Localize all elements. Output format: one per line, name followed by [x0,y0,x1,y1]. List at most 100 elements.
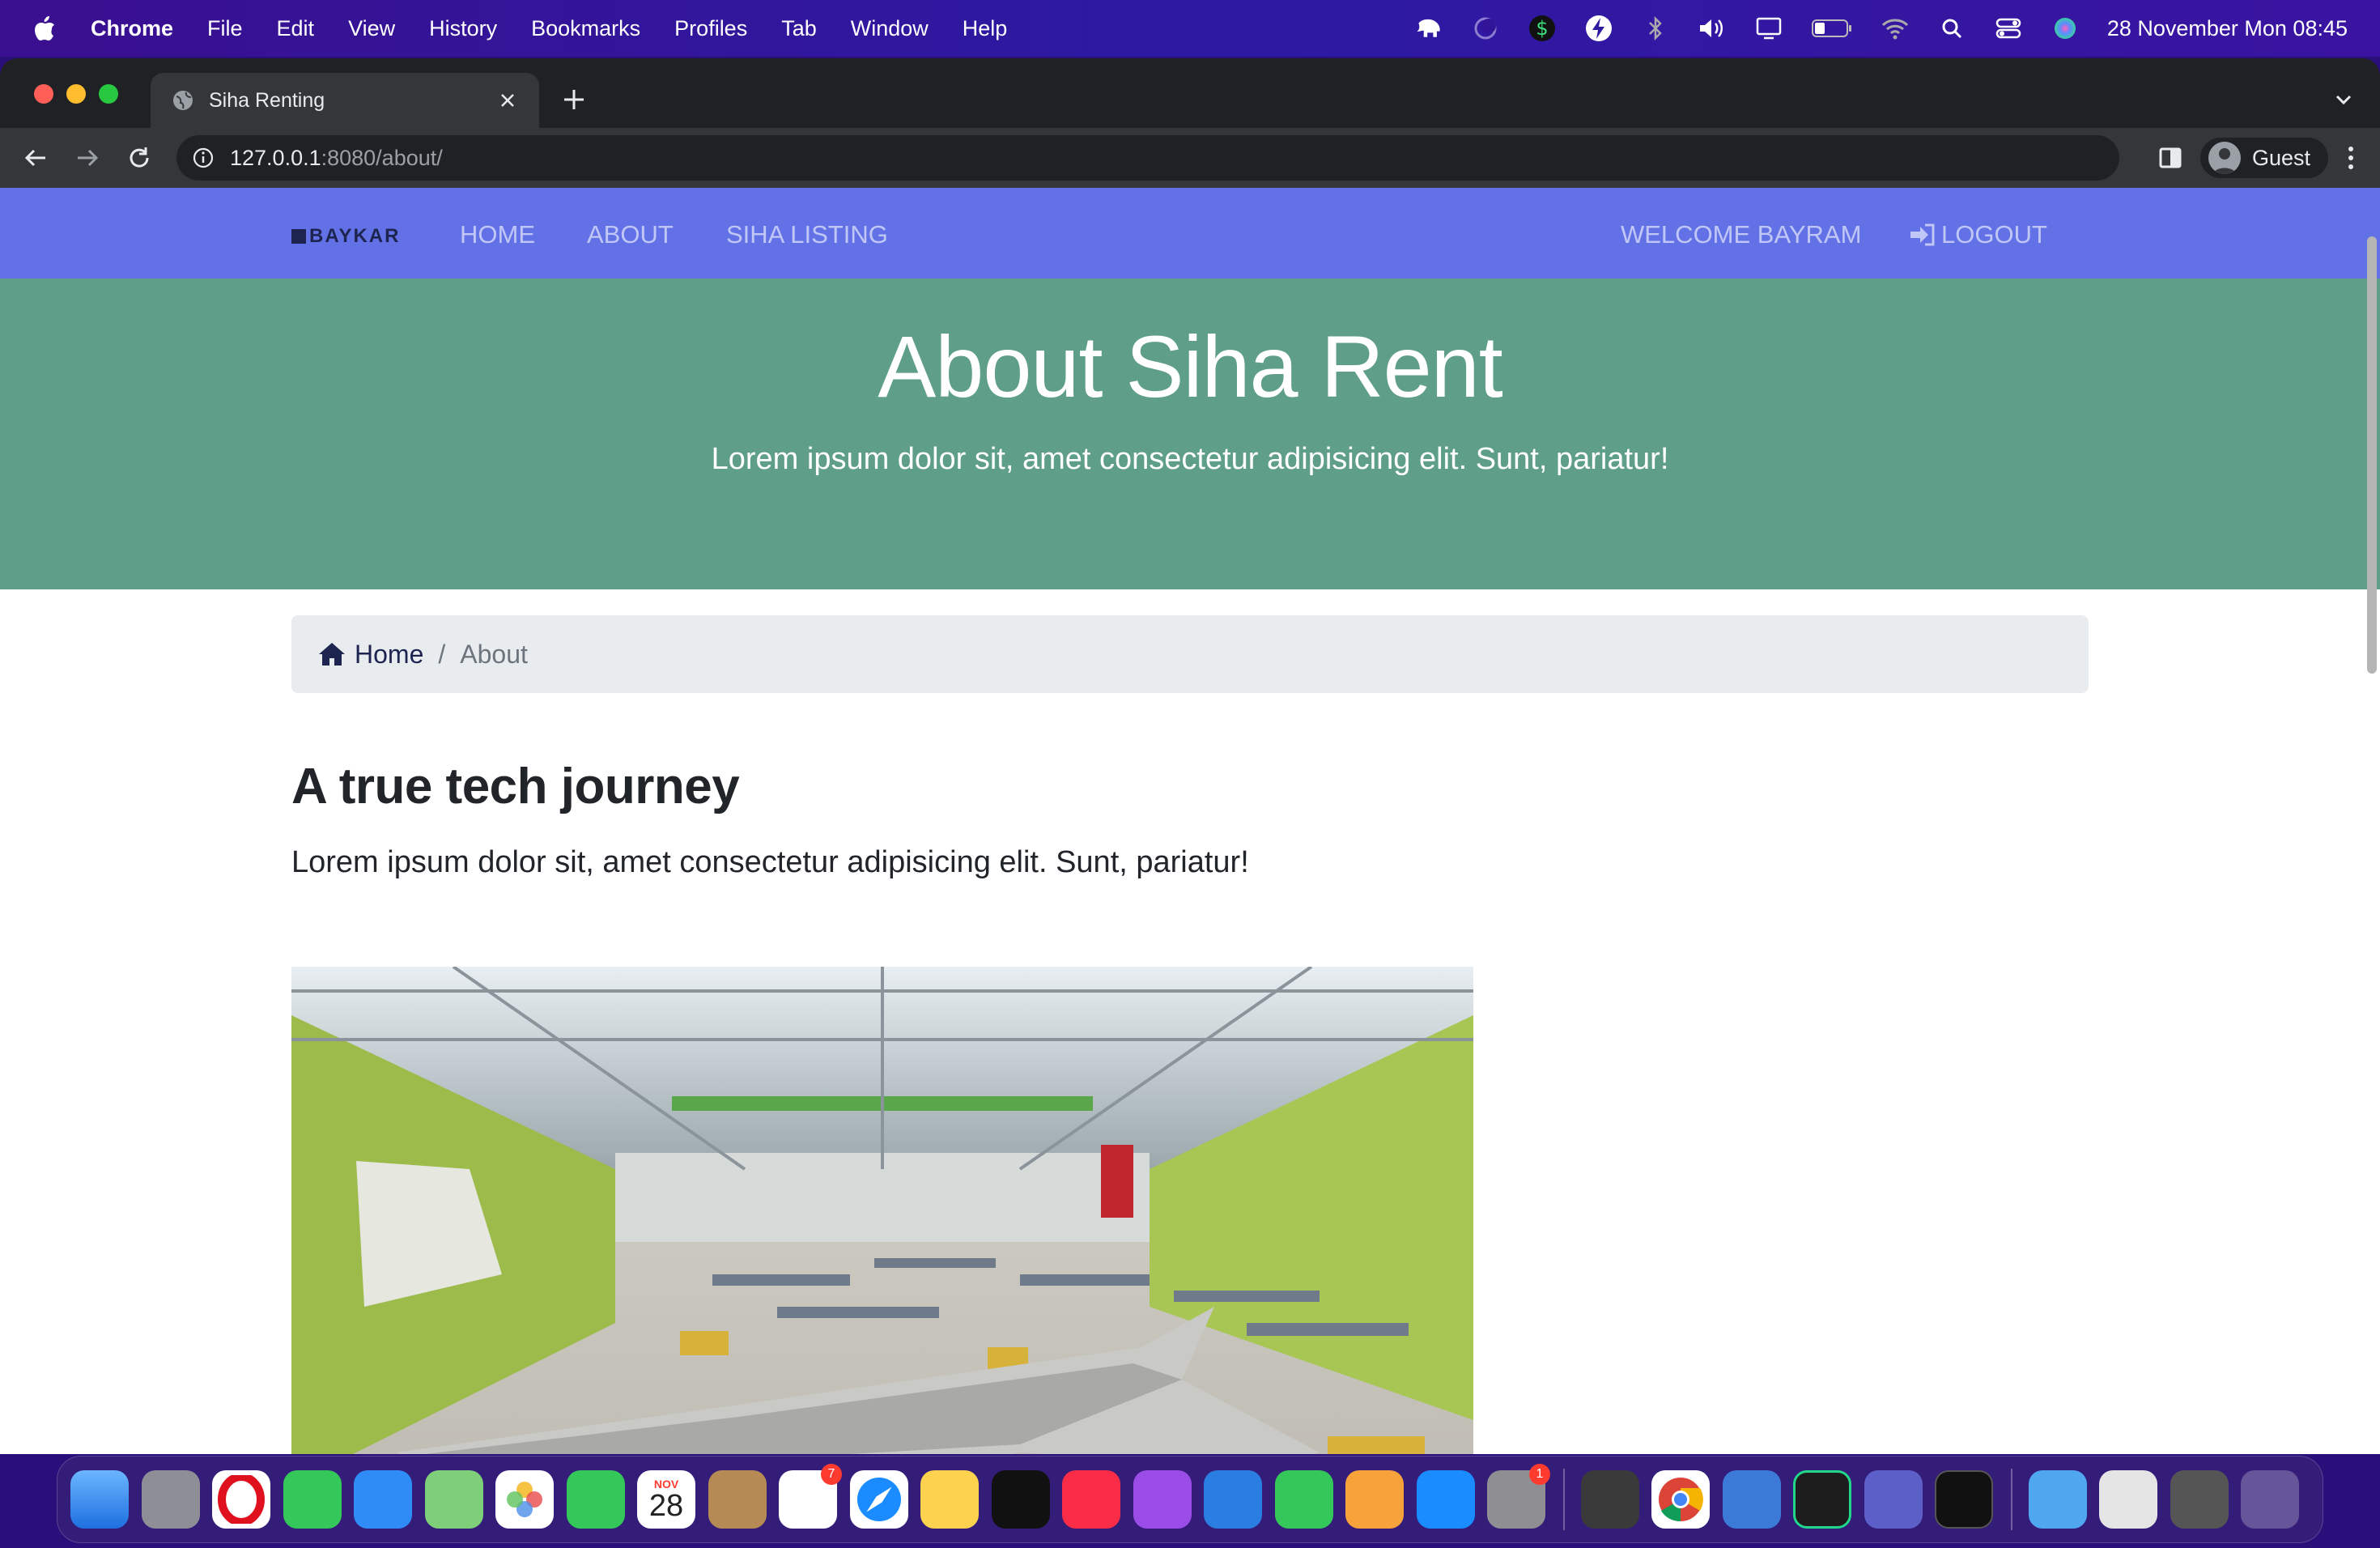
battery-icon[interactable] [1811,14,1853,43]
back-arrow-icon[interactable] [19,142,52,174]
side-panel-icon[interactable] [2158,146,2182,170]
menu-edit[interactable]: Edit [277,16,315,41]
dock-divider-2 [2010,1469,2012,1530]
dollar-icon[interactable]: $ [1528,14,1557,43]
dock-opera-icon[interactable] [212,1470,270,1529]
macos-dock: NOV 28 7 1 [57,1456,2323,1543]
dock-contacts-icon[interactable] [708,1470,767,1529]
control-center-icon[interactable] [1994,14,2023,43]
logo-text: BAYKAR [309,225,401,247]
new-tab-plus-icon[interactable] [560,86,588,113]
dock-mail-icon[interactable] [354,1470,412,1529]
sign-out-icon [1910,223,1935,246]
dock-reminders-icon[interactable]: 7 [779,1464,842,1529]
breadcrumb-home[interactable]: Home [317,640,423,670]
reload-icon[interactable] [123,142,155,174]
dock-numbers-icon[interactable] [1274,1470,1333,1529]
apple-menu-icon[interactable] [32,15,57,42]
close-window-button[interactable] [34,84,53,104]
menu-file[interactable]: File [207,16,243,41]
address-bar[interactable]: 127.0.0.1:8080/about/ [176,135,2119,181]
dock-terminal-icon[interactable] [1935,1470,1993,1529]
display-icon[interactable] [1754,14,1783,43]
siri-icon[interactable] [2051,14,2080,43]
home-icon [319,643,345,666]
menu-window[interactable]: Window [851,16,929,41]
menu-chrome[interactable]: Chrome [91,16,173,41]
dock-messages-icon[interactable] [283,1470,342,1529]
hangar-photo [291,967,1473,1454]
page-viewport: BAYKAR HOME ABOUT SIHA LISTING WELCOME B… [0,188,2380,1454]
bluetooth-icon[interactable] [1641,14,1670,43]
dock-podcasts-icon[interactable] [1133,1470,1192,1529]
baykar-logo[interactable]: BAYKAR [291,225,400,248]
tab-strip: Siha Renting [0,58,2380,128]
dock-sublime-text-icon[interactable] [1580,1470,1639,1529]
wifi-icon[interactable] [1881,14,1910,43]
nav-home[interactable]: HOME [460,220,535,249]
dock-facetime-icon[interactable] [566,1470,625,1529]
breadcrumb-home-label: Home [355,639,424,669]
dock-maps-icon[interactable] [424,1470,483,1529]
volume-icon[interactable] [1698,14,1727,43]
dock-pycharm-icon[interactable] [1793,1470,1851,1529]
search-icon[interactable] [1937,14,1966,43]
tab-title: Siha Renting [209,88,325,112]
dock-divider [1562,1469,1565,1530]
hero-title: About Siha Rent [878,317,1503,415]
dock-app-store-icon[interactable] [1416,1470,1475,1529]
logout-label: LOGOUT [1941,220,2047,249]
bolt-icon[interactable] [1584,14,1613,43]
dock-system-preferences-icon[interactable]: 1 [1487,1464,1550,1529]
menubar-clock[interactable]: 28 November Mon 08:45 [2107,16,2348,41]
forward-arrow-icon[interactable] [71,142,104,174]
menu-view[interactable]: View [348,16,395,41]
dock-apple-tv-icon[interactable] [991,1470,1050,1529]
dock-pages-icon[interactable] [1345,1470,1404,1529]
more-menu-icon[interactable] [2346,144,2356,172]
dock-photos-icon[interactable] [495,1470,554,1529]
profile-label: Guest [2251,145,2310,170]
dock-keynote-icon[interactable] [1204,1470,1262,1529]
nav-about[interactable]: ABOUT [587,220,674,249]
dock-finder-icon[interactable] [70,1470,129,1529]
site-navbar: BAYKAR HOME ABOUT SIHA LISTING WELCOME B… [0,188,2380,279]
menu-tab[interactable]: Tab [781,16,817,41]
dock-launchpad-icon[interactable] [141,1470,200,1529]
minimize-window-button[interactable] [66,84,86,104]
page-scrollbar[interactable] [2367,236,2377,674]
dock-screenshot-stack-2-icon[interactable] [2170,1470,2229,1529]
nav-siha-listing[interactable]: SIHA LISTING [726,220,888,249]
nav-logout[interactable]: LOGOUT [1909,220,2047,249]
zoom-window-button[interactable] [99,84,118,104]
tab-siha-renting[interactable]: Siha Renting [151,73,539,128]
profile-button[interactable]: Guest [2199,138,2328,178]
menu-help[interactable]: Help [963,16,1008,41]
focus-moon-icon[interactable] [1471,14,1500,43]
nav-welcome-user[interactable]: WELCOME BAYRAM [1621,220,1861,249]
dock-notes-icon[interactable] [920,1470,979,1529]
close-tab-icon[interactable] [497,90,518,111]
elephant-icon[interactable] [1414,14,1443,43]
menu-profiles[interactable]: Profiles [674,16,747,41]
menu-history[interactable]: History [429,16,497,41]
guest-avatar-icon [2208,142,2241,174]
dock-chrome-icon[interactable] [1651,1470,1710,1529]
dock-teams-icon[interactable] [1864,1470,1923,1529]
dock-trash-icon[interactable] [2241,1470,2299,1529]
dock-music-icon[interactable] [1062,1470,1120,1529]
dock-calendar-icon[interactable]: NOV 28 [637,1470,695,1529]
globe-icon [173,91,193,110]
section-title: A true tech journey [291,759,740,814]
dock-safari-icon[interactable] [849,1470,908,1529]
menu-bookmarks[interactable]: Bookmarks [531,16,640,41]
calendar-day: 28 [648,1489,684,1523]
dock-downloads-folder-icon[interactable] [2028,1470,2087,1529]
tab-search-chevron-icon[interactable] [2331,87,2356,112]
dock-screenshot-stack-icon[interactable] [2099,1470,2157,1529]
window-controls [34,84,118,104]
dock-tableplus-icon[interactable] [1722,1470,1781,1529]
macos-menu-bar: Chrome File Edit View History Bookmarks … [0,0,2380,57]
site-info-icon[interactable] [191,146,215,170]
settings-badge: 1 [1529,1464,1550,1485]
